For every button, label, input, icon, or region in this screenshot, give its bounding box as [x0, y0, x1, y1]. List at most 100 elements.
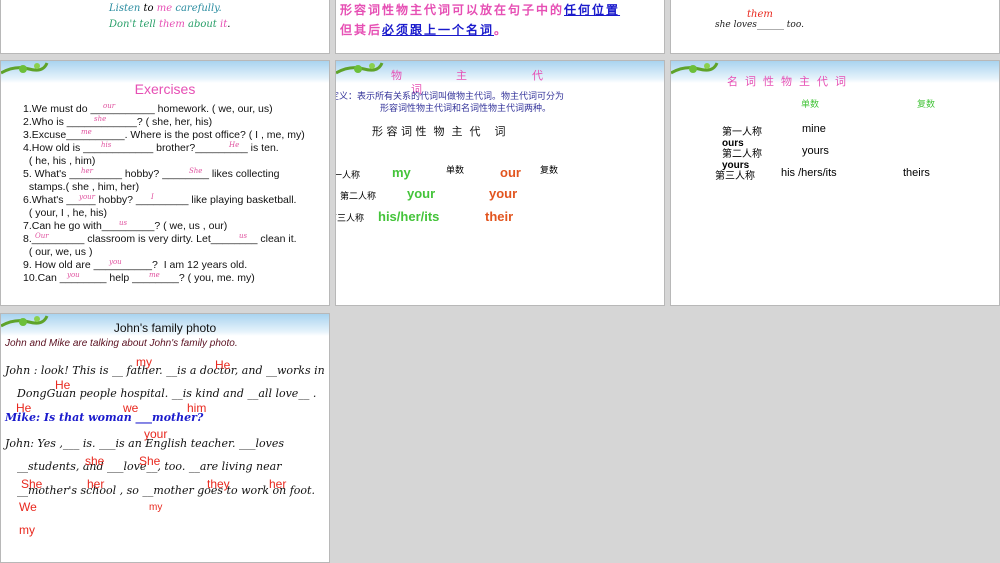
- word: Listen: [109, 3, 141, 14]
- slide-header-background: [336, 61, 664, 83]
- exercise-line: 9. How old are __________? I am 12 years…: [23, 259, 248, 271]
- plural-label: 复数: [540, 166, 559, 176]
- text: 任何位置: [564, 3, 621, 17]
- exercise-answer: I: [151, 193, 154, 201]
- exercise-line: 2.Who is ____________? ( she, her, his): [23, 116, 213, 128]
- person-label: 第二人称: [722, 149, 762, 160]
- plural-value: your: [489, 186, 518, 201]
- dialogue-answer: my: [136, 355, 152, 369]
- word: Don't tell: [109, 19, 159, 30]
- slide2-line1: 形容词性物主代词可以放在句子中的任何位置: [340, 1, 620, 18]
- text: she loves: [715, 20, 757, 30]
- text: too.: [783, 20, 804, 30]
- dialogue-answer: they: [207, 477, 230, 491]
- blank: ______: [756, 20, 784, 30]
- person-label: 第三人称: [715, 171, 755, 182]
- singular-value: your: [407, 186, 436, 201]
- dialogue-answer: my: [19, 523, 35, 537]
- slide-title: 名 词 性 物 主 代 词: [727, 75, 846, 88]
- exercise-answer: your: [79, 193, 96, 201]
- slide-thumbnail-3[interactable]: them she loves______ too.: [670, 0, 1000, 54]
- dialogue-answer: He: [55, 378, 71, 392]
- dialogue-answer: He: [16, 401, 32, 415]
- slide2-line2: 但其后必须跟上一个名词。: [340, 21, 508, 38]
- dialogue-answer: her: [269, 477, 287, 491]
- exercise-line: stamps.( she , him, her): [23, 181, 140, 193]
- exercise-answer: our: [103, 102, 116, 110]
- word: me: [156, 3, 173, 14]
- text: 。: [494, 23, 509, 37]
- slide3-sentence: she loves______ too.: [715, 20, 804, 30]
- dialogue-answer: my: [149, 502, 163, 513]
- slide-thumbnail-2[interactable]: 形容词性物主代词可以放在句子中的任何位置 但其后必须跟上一个名词。: [335, 0, 665, 54]
- singular-value: his /hers/its: [781, 167, 837, 179]
- definition-text: 形容词性物主代词和名词性物主代词两种。: [380, 104, 552, 114]
- exercise-line: ( our, we, us ): [23, 246, 93, 258]
- exercise-answer: She: [189, 167, 203, 175]
- dialogue-answer: your: [144, 427, 168, 441]
- text: 必须跟上一个名词: [382, 23, 495, 37]
- dialogue-line: John : look! This is __ father. __is a d…: [5, 364, 325, 377]
- exercise-answer: her: [81, 167, 93, 175]
- dialogue-answer: him: [187, 401, 207, 415]
- slide-thumbnail-1[interactable]: Listen to me carefully. Don't tell them …: [0, 0, 330, 54]
- slide-title: John's family photo: [113, 321, 217, 335]
- vine-icon: [336, 62, 384, 75]
- slide-title: Exercises: [134, 81, 196, 97]
- exercise-answer: his: [101, 141, 112, 149]
- singular-value: mine: [802, 123, 826, 135]
- exercise-answer: you: [67, 271, 80, 279]
- exercise-line: ( your, I , he, his): [23, 207, 108, 219]
- exercise-answer: Our: [35, 232, 49, 240]
- word: about: [184, 19, 220, 30]
- slide1-line1: Listen to me carefully.: [109, 3, 222, 14]
- dialogue-answer: He: [215, 358, 231, 372]
- exercise-answer: us: [119, 219, 128, 227]
- singular-label: 单数: [801, 100, 820, 110]
- singular-value: yours: [802, 145, 829, 157]
- slide-header-background: [1, 61, 329, 83]
- dialogue-answer: she: [85, 454, 105, 468]
- dialogue-answer: She: [139, 454, 161, 468]
- slide-thumbnail-exercises[interactable]: Exercises 1.We must do ___________ homew…: [0, 60, 330, 306]
- answer-text: them: [747, 9, 773, 20]
- person-label: 第一人称: [722, 127, 762, 138]
- dialogue-answer: her: [87, 477, 105, 491]
- title-char: 主: [456, 69, 467, 82]
- dialogue-answer: we: [123, 401, 139, 415]
- person-label: 第二人称: [340, 192, 377, 202]
- dialogue-answer: She: [21, 477, 43, 491]
- exercise-line: 8._________ classroom is very dirty. Let…: [23, 233, 297, 245]
- exercise-line: ( he, his , him): [23, 155, 96, 167]
- word: .: [227, 19, 231, 30]
- exercise-line: 1.We must do ___________ homework. ( we,…: [23, 103, 273, 115]
- word: them: [158, 19, 185, 30]
- plural-value: their: [485, 209, 514, 224]
- title-char: 物: [391, 69, 402, 82]
- exercise-line: 6.What's _____ hobby? _________ like pla…: [23, 194, 297, 206]
- dialogue-answer: We: [19, 500, 37, 514]
- plural-value: our: [500, 165, 521, 180]
- singular-value: his/her/its: [378, 209, 440, 224]
- exercise-answer: she: [94, 115, 107, 123]
- singular-value: my: [392, 165, 411, 180]
- slide-thumbnail-adjective-possessive[interactable]: 物 主 代 词 定义：表示所有关系的代词叫做物主代词。物主代词可分为 形容词性物…: [335, 60, 665, 306]
- exercise-answer: us: [239, 232, 248, 240]
- intro-text: John and Mike are talking about John's f…: [5, 338, 238, 349]
- word: to: [140, 3, 157, 14]
- exercise-line: 10.Can ________ help ________? ( you, me…: [23, 272, 255, 284]
- exercise-line: 4.How old is ____________ brother?______…: [23, 142, 279, 154]
- exercise-answer: me: [81, 128, 92, 136]
- dialogue-line: Mike: Is that woman ___mother?: [5, 411, 204, 424]
- word: carefully.: [172, 3, 222, 14]
- slide-thumbnail-family-photo[interactable]: John's family photo John and Mike are ta…: [0, 313, 330, 563]
- plural-value: theirs: [903, 167, 930, 179]
- subtitle: 形 容 词 性 物 主 代 词: [372, 125, 506, 138]
- text: 形容词性物主代词可以放在句子中的: [340, 3, 565, 17]
- slide-thumbnail-noun-possessive[interactable]: 名 词 性 物 主 代 词 单数 复数 第一人称 mine ours 第二人称 …: [670, 60, 1000, 306]
- slide1-line2: Don't tell them about it.: [109, 19, 230, 30]
- plural-label: 复数: [917, 100, 936, 110]
- person-label: 第三人称: [336, 214, 365, 224]
- exercise-answer: He: [229, 141, 240, 149]
- vine-icon: [671, 62, 719, 75]
